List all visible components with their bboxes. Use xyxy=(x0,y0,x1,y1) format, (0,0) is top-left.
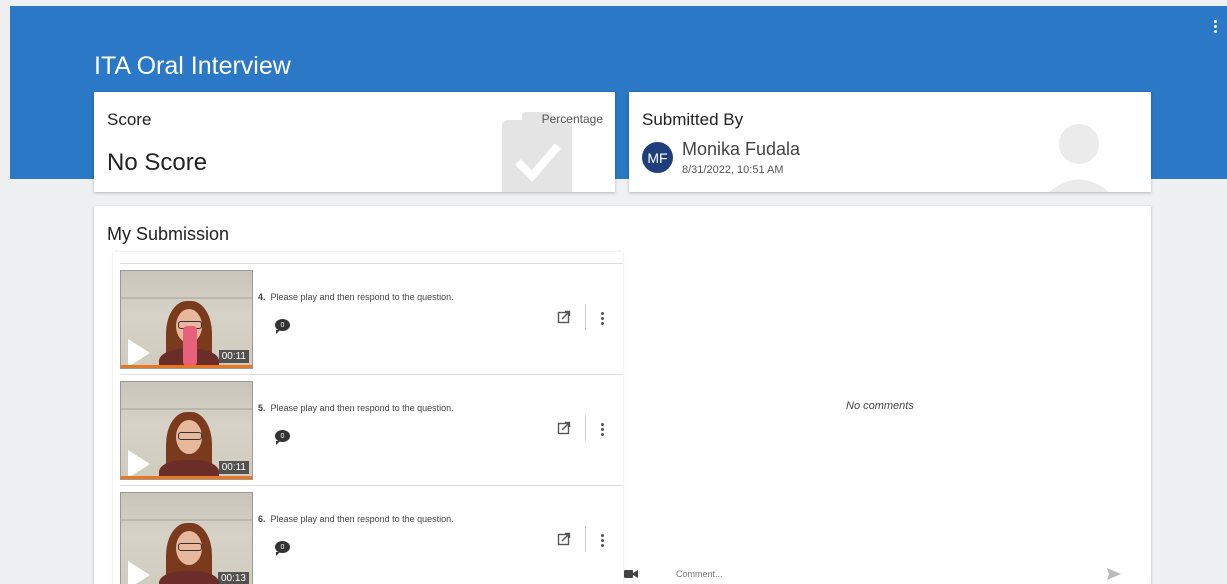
list-item: 00:11 4. Please play and then respond to… xyxy=(120,263,623,370)
action-separator xyxy=(585,526,586,552)
video-thumbnail[interactable]: 00:11 xyxy=(120,381,253,480)
submitted-by-card: Submitted By MF Monika Fudala 8/31/2022,… xyxy=(629,92,1151,192)
comment-bubble-icon[interactable]: 0 xyxy=(275,541,290,556)
score-value: No Score xyxy=(107,149,208,176)
question-number: 4. xyxy=(258,292,266,302)
play-icon[interactable] xyxy=(128,450,150,478)
kebab-menu-icon[interactable] xyxy=(601,423,605,436)
question-number: 5. xyxy=(258,403,266,413)
thumbnail-wall xyxy=(121,519,252,521)
kebab-menu-icon[interactable] xyxy=(601,534,605,547)
comment-bubble-icon[interactable]: 0 xyxy=(275,319,290,334)
video-duration: 00:11 xyxy=(218,350,249,363)
score-card: Score Percentage No Score xyxy=(94,92,615,192)
video-progress-bar xyxy=(121,476,252,479)
submitter-name: Monika Fudala xyxy=(682,139,801,159)
submission-list: 00:11 4. Please play and then respond to… xyxy=(113,252,623,584)
thumbnail-bottle xyxy=(183,326,197,366)
action-separator xyxy=(585,304,586,330)
question-number: 6. xyxy=(258,514,266,524)
comment-bubble-icon[interactable]: 0 xyxy=(275,430,290,445)
video-camera-icon[interactable] xyxy=(624,569,638,579)
thumbnail-wall xyxy=(121,408,252,410)
kebab-menu-icon[interactable] xyxy=(1209,16,1221,36)
page-title: ITA Oral Interview xyxy=(94,52,291,80)
open-in-new-icon[interactable] xyxy=(557,532,571,546)
person-icon xyxy=(1049,124,1109,192)
play-icon[interactable] xyxy=(128,339,150,367)
video-duration: 00:11 xyxy=(218,461,249,474)
open-in-new-icon[interactable] xyxy=(557,421,571,435)
no-comments-text: No comments xyxy=(846,400,914,412)
list-item: 00:11 5. Please play and then respond to… xyxy=(120,374,623,481)
thumbnail-shirt xyxy=(159,571,219,584)
thumbnail-glasses xyxy=(178,543,202,551)
thumbnail-wall xyxy=(121,297,252,299)
score-type-label: Percentage xyxy=(541,112,603,126)
thumbnail-glasses xyxy=(178,432,202,440)
question-text: 4. Please play and then respond to the q… xyxy=(258,292,454,302)
submission-date: 8/31/2022, 10:51 AM xyxy=(682,164,784,176)
action-separator xyxy=(585,415,586,441)
question-label: Please play and then respond to the ques… xyxy=(270,403,454,413)
comment-input[interactable] xyxy=(676,569,1076,579)
avatar: MF xyxy=(642,142,673,173)
video-duration: 00:13 xyxy=(217,572,249,584)
video-thumbnail[interactable]: 00:13 xyxy=(120,492,253,584)
score-heading: Score xyxy=(107,110,152,129)
send-icon[interactable] xyxy=(1107,568,1121,580)
open-in-new-icon[interactable] xyxy=(557,310,571,324)
video-progress-bar xyxy=(121,365,252,368)
play-icon[interactable] xyxy=(128,561,150,584)
submitted-by-heading: Submitted By xyxy=(642,110,744,129)
question-label: Please play and then respond to the ques… xyxy=(270,514,454,524)
my-submission-heading: My Submission xyxy=(107,224,230,244)
my-submission-card: My Submission 00:11 4. Please play and t… xyxy=(94,206,1151,584)
kebab-menu-icon[interactable] xyxy=(601,312,605,325)
list-item: 00:13 6. Please play and then respond to… xyxy=(120,485,623,584)
question-label: Please play and then respond to the ques… xyxy=(270,292,454,302)
question-text: 6. Please play and then respond to the q… xyxy=(258,514,454,524)
question-text: 5. Please play and then respond to the q… xyxy=(258,403,454,413)
video-thumbnail[interactable]: 00:11 xyxy=(120,270,253,369)
